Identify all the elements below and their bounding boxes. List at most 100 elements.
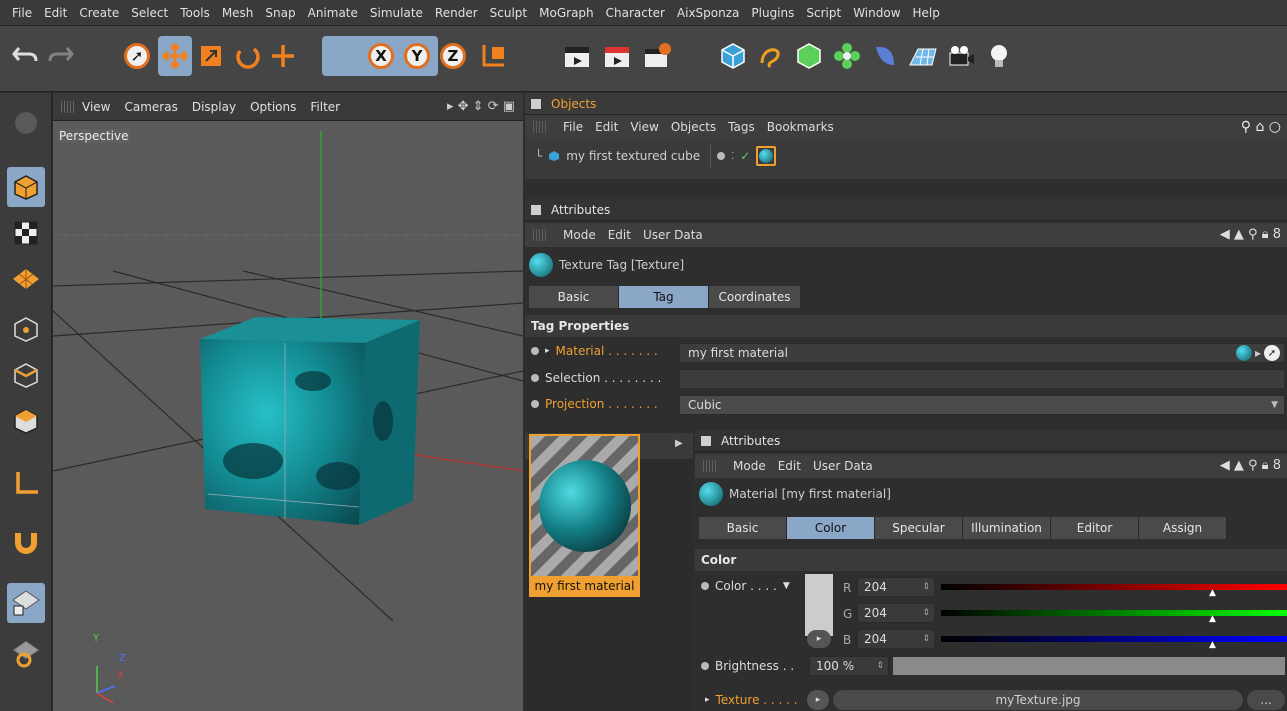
redo-button[interactable] bbox=[44, 36, 78, 76]
b-slider[interactable] bbox=[941, 636, 1287, 642]
menu-file[interactable]: File bbox=[6, 6, 38, 20]
brightness-field[interactable]: 100 % ⇕ bbox=[809, 656, 889, 676]
color-dropdown-icon[interactable]: ▼ bbox=[783, 581, 790, 591]
b-slider-handle[interactable]: ▲ bbox=[1209, 640, 1216, 650]
menu-mograph[interactable]: MoGraph bbox=[533, 6, 600, 20]
axis-mode-button[interactable] bbox=[7, 463, 45, 503]
object-name[interactable]: my first textured cube bbox=[566, 149, 700, 163]
tab-assign[interactable]: Assign bbox=[1139, 517, 1227, 539]
material-name-label[interactable]: my first material bbox=[531, 576, 638, 596]
viewport-menu-display[interactable]: Display bbox=[185, 100, 243, 114]
render-picture-viewer-button[interactable] bbox=[600, 36, 634, 76]
objects-menu-objects[interactable]: Objects bbox=[665, 120, 722, 134]
menu-script[interactable]: Script bbox=[800, 6, 847, 20]
keyframe-dot-icon[interactable] bbox=[701, 662, 709, 670]
viewport-menu-cameras[interactable]: Cameras bbox=[117, 100, 184, 114]
menu-help[interactable]: Help bbox=[907, 6, 946, 20]
deformer-button[interactable] bbox=[868, 36, 902, 76]
objects-search-icons[interactable]: ⚲ ⌂ ○ bbox=[1241, 119, 1281, 135]
keyframe-dot-icon[interactable] bbox=[531, 347, 539, 355]
tab-basic[interactable]: Basic bbox=[529, 286, 619, 308]
attr2-menu-mode[interactable]: Mode bbox=[727, 459, 772, 473]
x-axis-button[interactable]: X bbox=[364, 36, 398, 76]
tab-tag[interactable]: Tag bbox=[619, 286, 709, 308]
texture-browse-button[interactable]: ... bbox=[1247, 690, 1285, 710]
menu-select[interactable]: Select bbox=[125, 6, 174, 20]
polygons-mode-button[interactable] bbox=[7, 401, 45, 441]
tab-basic[interactable]: Basic bbox=[699, 517, 787, 539]
menu-mesh[interactable]: Mesh bbox=[216, 6, 260, 20]
cube-primitive-button[interactable] bbox=[716, 36, 750, 76]
attributes-nav-icons[interactable]: ◀ ▲ ⚲ 🔒︎ 8 bbox=[1220, 227, 1281, 242]
render-settings-button[interactable] bbox=[640, 36, 674, 76]
b-value-field[interactable]: 204 ⇕ bbox=[857, 629, 935, 649]
projection-dropdown[interactable]: Cubic ▼ bbox=[679, 395, 1285, 415]
keyframe-dot-icon[interactable] bbox=[531, 400, 539, 408]
edges-mode-button[interactable] bbox=[7, 355, 45, 395]
r-slider[interactable] bbox=[941, 584, 1287, 590]
objects-menu-bookmarks[interactable]: Bookmarks bbox=[761, 120, 840, 134]
move-tool-button[interactable] bbox=[158, 36, 192, 76]
r-value-field[interactable]: 204 ⇕ bbox=[857, 577, 935, 597]
viewport-menu-view[interactable]: View bbox=[75, 100, 117, 114]
menu-window[interactable]: Window bbox=[847, 6, 906, 20]
snap-button[interactable] bbox=[7, 521, 45, 561]
menu-edit[interactable]: Edit bbox=[38, 6, 73, 20]
menu-plugins[interactable]: Plugins bbox=[745, 6, 800, 20]
model-mode-button[interactable] bbox=[7, 167, 45, 207]
brightness-slider[interactable] bbox=[893, 657, 1285, 675]
expand-arrow-icon[interactable]: ▶ bbox=[675, 438, 683, 449]
menu-animate[interactable]: Animate bbox=[302, 6, 364, 20]
mograph-button[interactable] bbox=[830, 36, 864, 76]
selection-field[interactable] bbox=[679, 369, 1285, 389]
z-axis-button[interactable]: Z bbox=[436, 36, 470, 76]
keyframe-dot-icon[interactable] bbox=[701, 582, 709, 590]
tab-editor[interactable]: Editor bbox=[1051, 517, 1139, 539]
viewport-menu-filter[interactable]: Filter bbox=[303, 100, 347, 114]
attr-menu-mode[interactable]: Mode bbox=[557, 228, 602, 242]
viewport-nav-icons[interactable]: ▸ ✥ ⇕ ⟳ ▣ bbox=[447, 99, 515, 114]
coordinate-system-button[interactable] bbox=[476, 36, 510, 76]
menu-tools[interactable]: Tools bbox=[174, 6, 216, 20]
menu-arrow-icon[interactable]: ▸ bbox=[1255, 346, 1261, 360]
viewport-camera-label[interactable]: Perspective bbox=[57, 129, 131, 143]
material-field[interactable]: my first material ▸ ➚ bbox=[679, 343, 1285, 363]
keyframe-dot-icon[interactable] bbox=[531, 374, 539, 382]
locked-workplane-button[interactable] bbox=[7, 583, 45, 623]
menu-create[interactable]: Create bbox=[73, 6, 125, 20]
planar-workplane-button[interactable] bbox=[7, 633, 45, 673]
texture-tag-icon[interactable] bbox=[756, 146, 777, 166]
menu-character[interactable]: Character bbox=[600, 6, 671, 20]
texture-menu-button[interactable]: ▸ bbox=[807, 690, 829, 710]
visibility-dot-icon[interactable] bbox=[717, 152, 726, 160]
g-slider-handle[interactable]: ▲ bbox=[1209, 614, 1216, 624]
scale-tool-button[interactable] bbox=[194, 36, 228, 76]
textured-cube[interactable] bbox=[200, 317, 420, 525]
workplane-button[interactable] bbox=[7, 259, 45, 299]
r-slider-handle[interactable]: ▲ bbox=[1209, 588, 1216, 598]
generator-button[interactable] bbox=[792, 36, 826, 76]
attr2-menu-edit[interactable]: Edit bbox=[772, 459, 807, 473]
attr2-menu-user-data[interactable]: User Data bbox=[807, 459, 879, 473]
select-tool-button[interactable]: ➚ bbox=[120, 36, 154, 76]
material-sphere-icon[interactable] bbox=[1235, 345, 1252, 361]
rotate-tool-button[interactable] bbox=[230, 36, 264, 76]
objects-menu-tags[interactable]: Tags bbox=[722, 120, 761, 134]
perspective-viewport[interactable]: View Cameras Display Options Filter ▸ ✥ ⇕ ⟳ … bbox=[53, 93, 523, 711]
tab-illumination[interactable]: Illumination bbox=[963, 517, 1051, 539]
tab-color[interactable]: Color bbox=[787, 517, 875, 539]
y-axis-button[interactable]: Y bbox=[400, 36, 434, 76]
objects-menu-file[interactable]: File bbox=[557, 120, 589, 134]
objects-menu-view[interactable]: View bbox=[624, 120, 664, 134]
objects-menu-edit[interactable]: Edit bbox=[589, 120, 624, 134]
camera-button[interactable] bbox=[944, 36, 978, 76]
make-editable-button[interactable] bbox=[7, 103, 45, 143]
tab-specular[interactable]: Specular bbox=[875, 517, 963, 539]
texture-field[interactable]: myTexture.jpg bbox=[833, 690, 1243, 710]
pick-object-icon[interactable]: ➚ bbox=[1264, 345, 1280, 361]
attributes-bottom-nav-icons[interactable]: ◀ ▲ ⚲ 🔒︎ 8 bbox=[1220, 458, 1281, 473]
points-mode-button[interactable] bbox=[7, 309, 45, 349]
menu-snap[interactable]: Snap bbox=[259, 6, 301, 20]
g-slider[interactable] bbox=[941, 610, 1287, 616]
attr-menu-user-data[interactable]: User Data bbox=[637, 228, 709, 242]
